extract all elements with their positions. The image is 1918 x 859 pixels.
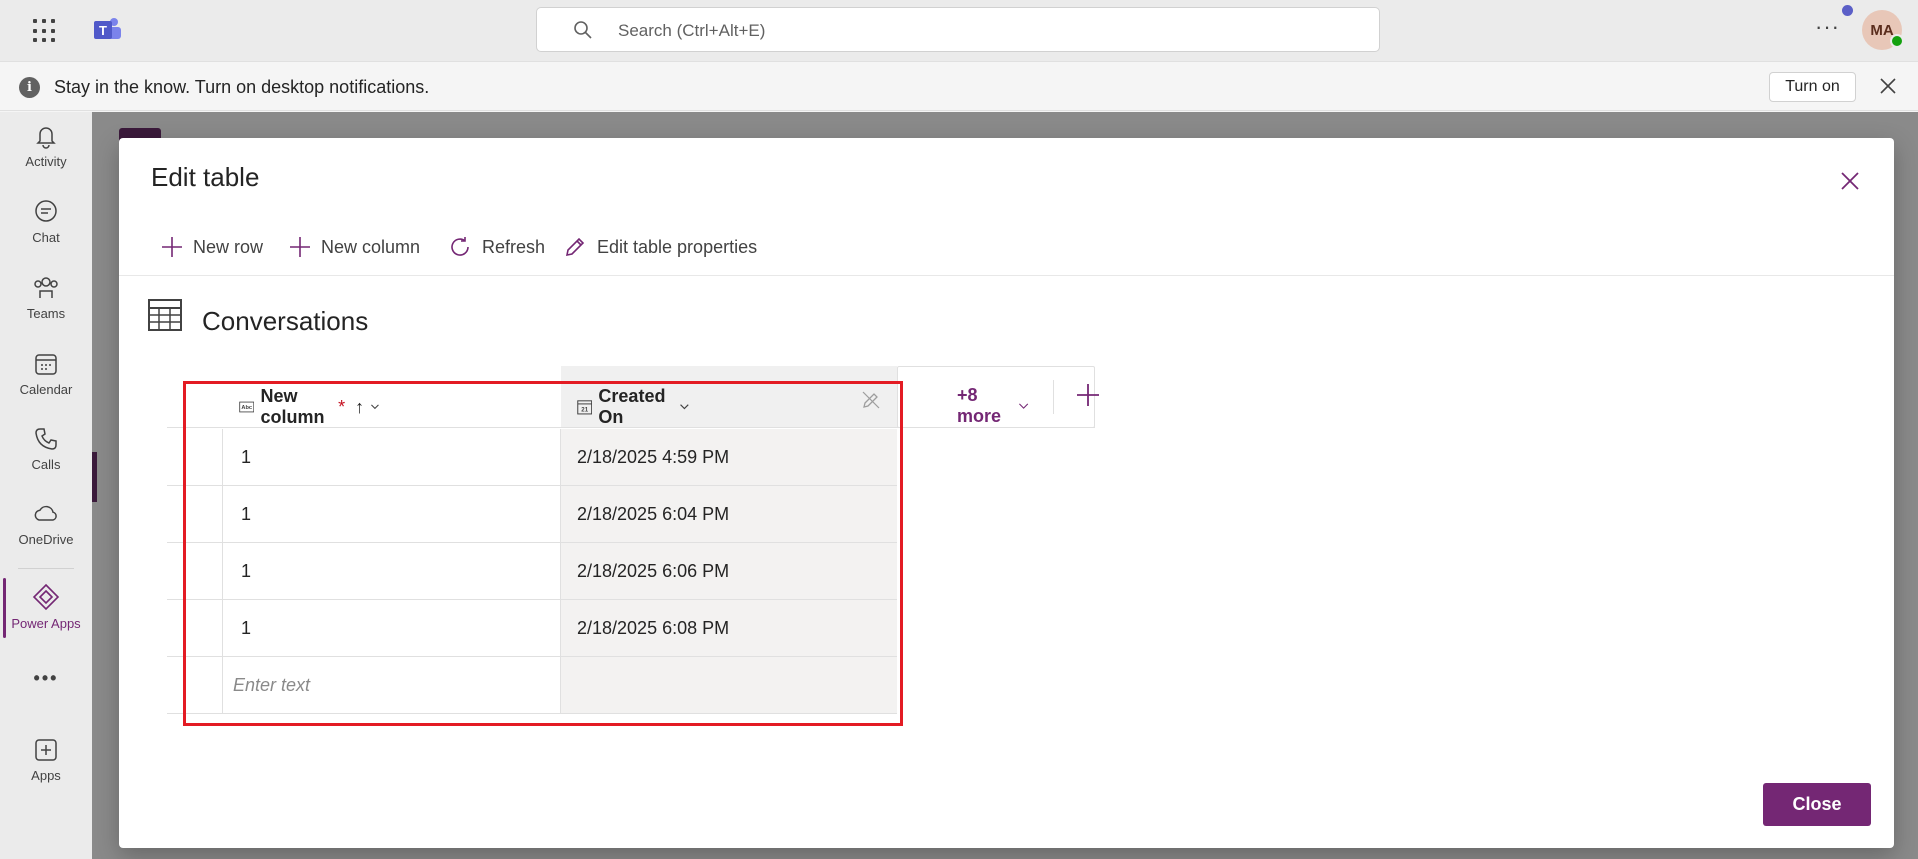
rail-item-activity[interactable]: Activity [0,122,92,169]
created-on-cell: 2/18/2025 4:59 PM [561,429,897,485]
more-apps-icon[interactable]: ••• [0,668,92,689]
rail-label: Teams [26,306,66,321]
rail-item-onedrive[interactable]: OneDrive [0,500,92,547]
plus-icon [290,237,310,257]
apps-plus-icon [35,739,57,761]
cloud-icon [34,505,57,521]
chevron-down-icon[interactable] [370,402,380,412]
refresh-label: Refresh [482,236,546,257]
rail-label: Apps [31,768,61,783]
rail-item-apps[interactable]: Apps [0,736,92,783]
rail-item-teams[interactable]: Teams [0,274,92,321]
edit-table-dialog: Edit table New row New column Refresh Ed… [119,138,1894,848]
rail-item-calendar[interactable]: Calendar [0,350,92,397]
new-row-button[interactable]: New row [161,232,263,262]
chat-icon [35,200,57,222]
edit-locked-icon [862,391,880,409]
new-column-cell[interactable]: 1 [223,486,561,542]
text-type-icon: Abc [239,401,255,413]
table-row[interactable]: 1 2/18/2025 4:59 PM [167,429,897,486]
close-icon[interactable] [1838,169,1862,193]
row-selector[interactable] [167,486,223,542]
edit-props-label: Edit table properties [597,236,758,257]
row-selector[interactable] [167,657,223,713]
more-options-icon[interactable]: ··· [1815,14,1840,40]
top-bar: T Search (Ctrl+Alt+E) ··· MA [0,0,1918,62]
new-column-cell[interactable]: 1 [223,429,561,485]
required-marker: * [338,396,346,417]
banner-message: Stay in the know. Turn on desktop notifi… [54,77,430,97]
more-columns-button[interactable]: +8 more [957,385,1029,427]
row-selector[interactable] [167,543,223,599]
row-selector[interactable] [167,429,223,485]
close-icon[interactable] [1877,75,1899,97]
rail-label: Power Apps [11,616,81,631]
close-button[interactable]: Close [1763,783,1871,826]
calendar-icon [35,354,57,375]
sort-ascending-icon: ↑ [355,396,365,417]
app-rail: Activity Chat Teams Calendar Calls OneDr… [0,112,92,859]
row-selector[interactable] [167,600,223,656]
power-apps-icon [32,583,60,611]
new-row-entry[interactable]: Enter text [167,657,897,714]
rail-item-calls[interactable]: Calls [0,425,92,472]
dialog-toolbar: New row New column Refresh Edit table pr… [119,218,1894,276]
svg-text:21: 21 [581,407,588,414]
search-box[interactable]: Search (Ctrl+Alt+E) [536,7,1380,52]
rail-label: Chat [32,230,60,245]
created-on-cell: 2/18/2025 6:08 PM [561,600,897,656]
search-placeholder: Search (Ctrl+Alt+E) [618,21,766,40]
svg-text:Abc: Abc [241,405,252,411]
info-icon: i [19,77,40,98]
table-row[interactable]: 1 2/18/2025 6:06 PM [167,543,897,600]
rail-item-power-apps[interactable]: Power Apps [0,582,92,631]
rail-label: Calls [31,457,61,472]
dialog-title: Edit table [151,162,260,192]
table-icon [148,299,182,331]
table-name: Conversations [202,306,369,336]
phone-icon [35,428,57,450]
rail-label: Calendar [19,382,73,397]
calendar-type-icon: 21 [577,400,593,415]
new-column-cell[interactable]: 1 [223,543,561,599]
column-header-created-on[interactable]: 21 Created On [577,386,690,428]
app-launcher-icon[interactable] [33,19,57,43]
plus-icon [162,237,182,257]
rail-item-chat[interactable]: Chat [0,198,92,245]
refresh-button[interactable]: Refresh [448,232,545,262]
new-row-input[interactable]: Enter text [223,657,561,713]
new-column-label: New column [321,236,421,257]
new-column-cell[interactable]: 1 [223,600,561,656]
chevron-down-icon[interactable] [679,402,690,412]
refresh-icon [451,237,469,256]
table-row[interactable]: 1 2/18/2025 6:08 PM [167,600,897,657]
turn-on-button[interactable]: Turn on [1769,72,1856,102]
created-on-cell: 2/18/2025 6:04 PM [561,486,897,542]
created-on-cell [561,657,897,713]
created-on-cell: 2/18/2025 6:06 PM [561,543,897,599]
pencil-icon [565,237,585,257]
column-name: Created On [598,386,666,427]
more-columns-label: +8 more [957,385,1002,426]
column-name: New column [260,386,325,427]
notification-dot [1842,5,1853,16]
bell-icon [36,127,56,149]
presence-available-icon [1890,34,1904,48]
notification-banner: i Stay in the know. Turn on desktop noti… [0,63,1918,111]
new-column-button[interactable]: New column [289,232,420,262]
edit-table-properties-button[interactable]: Edit table properties [563,232,757,262]
search-icon [574,21,592,39]
table-row[interactable]: 1 2/18/2025 6:04 PM [167,486,897,543]
chevron-down-icon [1018,403,1028,409]
column-header-new-column[interactable]: Abc New column * ↑ [239,386,380,428]
new-row-label: New row [193,236,264,257]
teams-logo-icon[interactable]: T [92,16,122,44]
rail-label: Activity [25,154,67,169]
add-column-plus-icon[interactable] [1075,382,1101,408]
teams-icon [34,277,58,298]
rail-label: OneDrive [18,532,74,547]
svg-text:T: T [99,23,107,38]
